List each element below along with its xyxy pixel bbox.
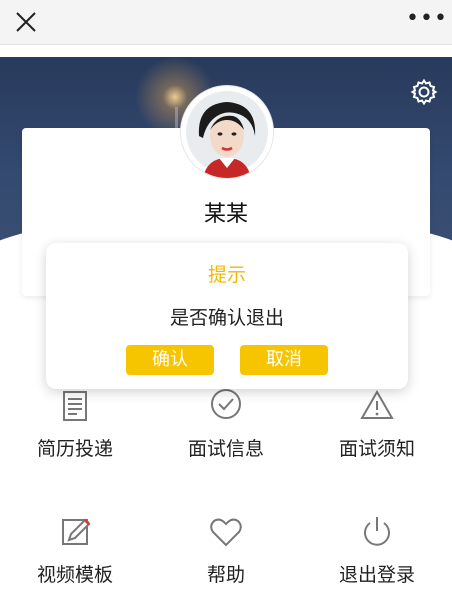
power-icon: [364, 517, 390, 546]
cancel-button[interactable]: 取消: [240, 345, 328, 375]
menu-label: 面试须知: [338, 438, 415, 460]
divider: [0, 45, 452, 57]
menu-label: 面试信息: [187, 438, 264, 460]
menu-label: 简历投递: [36, 438, 113, 460]
menu-item-help[interactable]: 帮助: [151, 512, 301, 587]
resume-icon: [63, 391, 87, 421]
warning-icon: [360, 389, 394, 419]
confirm-dialog: 提示 是否确认退出 确认 取消: [46, 243, 408, 389]
avatar[interactable]: [181, 86, 273, 178]
check-circle-icon: [211, 389, 241, 419]
menu-label: 帮助: [206, 564, 245, 586]
menu-label: 视频模板: [36, 564, 113, 586]
heart-icon: [210, 518, 242, 547]
menu-label: 退出登录: [338, 564, 415, 586]
user-name: 某某: [203, 202, 248, 227]
top-bar: •••: [0, 0, 452, 45]
close-icon[interactable]: [14, 10, 38, 34]
menu-item-interview-info[interactable]: 面试信息: [151, 386, 301, 461]
more-icon[interactable]: •••: [406, 8, 447, 36]
menu-item-video-template[interactable]: 视频模板: [0, 512, 150, 587]
menu-item-interview-notice[interactable]: 面试须知: [302, 386, 452, 461]
confirm-button[interactable]: 确认: [126, 345, 214, 375]
dialog-message: 是否确认退出: [169, 307, 284, 329]
menu-item-resume[interactable]: 简历投递: [0, 386, 150, 461]
settings-gear-icon[interactable]: [410, 78, 438, 106]
menu-item-logout[interactable]: 退出登录: [302, 512, 452, 587]
edit-icon: [62, 518, 91, 545]
dialog-title: 提示: [207, 264, 246, 286]
